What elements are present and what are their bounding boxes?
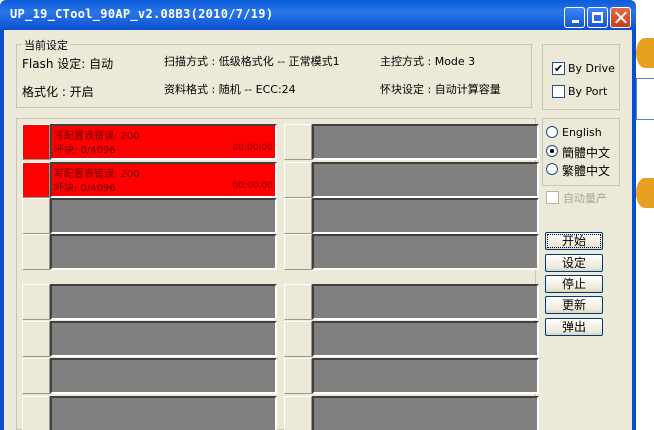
slot-progress-bar: [312, 396, 539, 430]
slot-8[interactable]: [22, 396, 277, 430]
maximize-button[interactable]: [587, 7, 608, 28]
by-port-label[interactable]: By Port: [568, 85, 607, 98]
desktop-icon-gear[interactable]: [636, 38, 654, 68]
scan-mode: 扫描方式 : 低级格式化 -- 正常模式1: [164, 55, 340, 68]
slot-14[interactable]: [284, 321, 539, 357]
slot-bad-blocks: 坏块: 0/4096: [54, 183, 116, 194]
language-option-english[interactable]: English: [562, 126, 602, 139]
slot-progress-bar: 写配置表错误: 200 坏块: 0/4096 00:00:00: [50, 124, 277, 160]
start-button[interactable]: 开始: [545, 232, 603, 250]
slot-status-indicator: [22, 198, 50, 234]
stop-button[interactable]: 停止: [545, 275, 603, 293]
slot-progress-bar: [312, 234, 539, 270]
slot-progress-bar: [312, 321, 539, 357]
slot-1[interactable]: 写配置表错误: 200 坏块: 0/4096 00:00:00: [22, 124, 277, 160]
slot-status-indicator: [284, 162, 312, 198]
slot-progress-bar: [312, 124, 539, 160]
window-title: UP_19_CTool_90AP_v2.08B3(2010/7/19): [10, 7, 274, 21]
controller-mode: 主控方式 : Mode 3: [380, 55, 476, 68]
slot-status-indicator: [22, 321, 50, 357]
slot-progress-bar: [50, 358, 277, 394]
slot-status-indicator: [22, 284, 50, 320]
slot-12[interactable]: [284, 234, 539, 270]
eject-button[interactable]: 弹出: [545, 318, 603, 336]
slot-status-indicator: [284, 234, 312, 270]
language-radio-english[interactable]: [546, 126, 558, 138]
slot-status-indicator: [284, 198, 312, 234]
slot-error-message: 写配置表错误: 200: [54, 131, 140, 142]
minimize-icon: [572, 20, 579, 23]
slot-progress-bar: [50, 198, 277, 234]
slot-4[interactable]: [22, 234, 277, 270]
slot-elapsed-time: 00:00:00: [232, 181, 273, 191]
slot-progress-bar: 写配置表错误: 200 坏块: 0/4096 00:00:00: [50, 162, 277, 198]
slot-5[interactable]: [22, 284, 277, 320]
format-setting: 格式化 : 开启: [22, 85, 94, 99]
check-icon: ✔: [554, 62, 564, 75]
bad-block-setting: 怀块设定 : 自动计算容量: [380, 83, 501, 96]
by-drive-checkbox[interactable]: ✔: [552, 62, 565, 75]
language-option-traditional[interactable]: 繁體中文: [562, 162, 610, 179]
slot-3[interactable]: [22, 198, 277, 234]
by-port-checkbox[interactable]: [552, 85, 565, 98]
maximize-icon: [592, 12, 603, 23]
slot-status-indicator: [284, 124, 312, 160]
slot-10[interactable]: [284, 162, 539, 198]
slot-progress-bar: [50, 396, 277, 430]
slot-status-indicator: [284, 321, 312, 357]
slot-status-indicator: [284, 396, 312, 430]
slot-11[interactable]: [284, 198, 539, 234]
slot-15[interactable]: [284, 358, 539, 394]
slot-progress-bar: [312, 358, 539, 394]
slot-status-indicator: [22, 162, 50, 198]
language-radio-simplified[interactable]: [546, 145, 558, 157]
slot-6[interactable]: [22, 321, 277, 357]
close-button[interactable]: [610, 7, 631, 28]
slot-progress-bar: [312, 284, 539, 320]
slot-progress-bar: [312, 198, 539, 234]
slot-13[interactable]: [284, 284, 539, 320]
auto-mass-label: 自动量产: [563, 192, 607, 205]
slot-2[interactable]: 写配置表错误: 200 坏块: 0/4096 00:00:00: [22, 162, 277, 198]
flash-setting: Flash 设定: 自动: [22, 57, 114, 71]
settings-group-label: 当前设定: [22, 37, 70, 53]
drive-options-group: [542, 44, 620, 110]
slot-7[interactable]: [22, 358, 277, 394]
slot-status-indicator: [22, 234, 50, 270]
auto-mass-checkbox[interactable]: [546, 191, 559, 204]
slot-status-indicator: [284, 358, 312, 394]
settings-button[interactable]: 设定: [545, 254, 603, 272]
slot-status-indicator: [22, 124, 50, 160]
slot-status-indicator: [22, 396, 50, 430]
slot-16[interactable]: [284, 396, 539, 430]
desktop-icon-gear[interactable]: [636, 178, 654, 208]
by-drive-label[interactable]: By Drive: [568, 62, 615, 75]
update-button[interactable]: 更新: [545, 296, 603, 314]
language-radio-traditional[interactable]: [546, 163, 558, 175]
desktop-icon-document[interactable]: [636, 78, 654, 120]
minimize-button[interactable]: [564, 7, 585, 28]
radio-selected-icon: [550, 149, 554, 153]
slot-progress-bar: [50, 284, 277, 320]
slot-status-indicator: [284, 284, 312, 320]
slot-error-message: 写配置表错误: 200: [54, 169, 140, 180]
language-option-simplified[interactable]: 簡體中文: [562, 144, 610, 161]
slot-progress-bar: [50, 234, 277, 270]
slot-9[interactable]: [284, 124, 539, 160]
slot-elapsed-time: 00:00:00: [232, 143, 273, 153]
slot-progress-bar: [50, 321, 277, 357]
slot-status-indicator: [22, 358, 50, 394]
slot-bad-blocks: 坏块: 0/4096: [54, 145, 116, 156]
data-format: 资料格式 : 随机 -- ECC:24: [164, 83, 296, 96]
slot-progress-bar: [312, 162, 539, 198]
